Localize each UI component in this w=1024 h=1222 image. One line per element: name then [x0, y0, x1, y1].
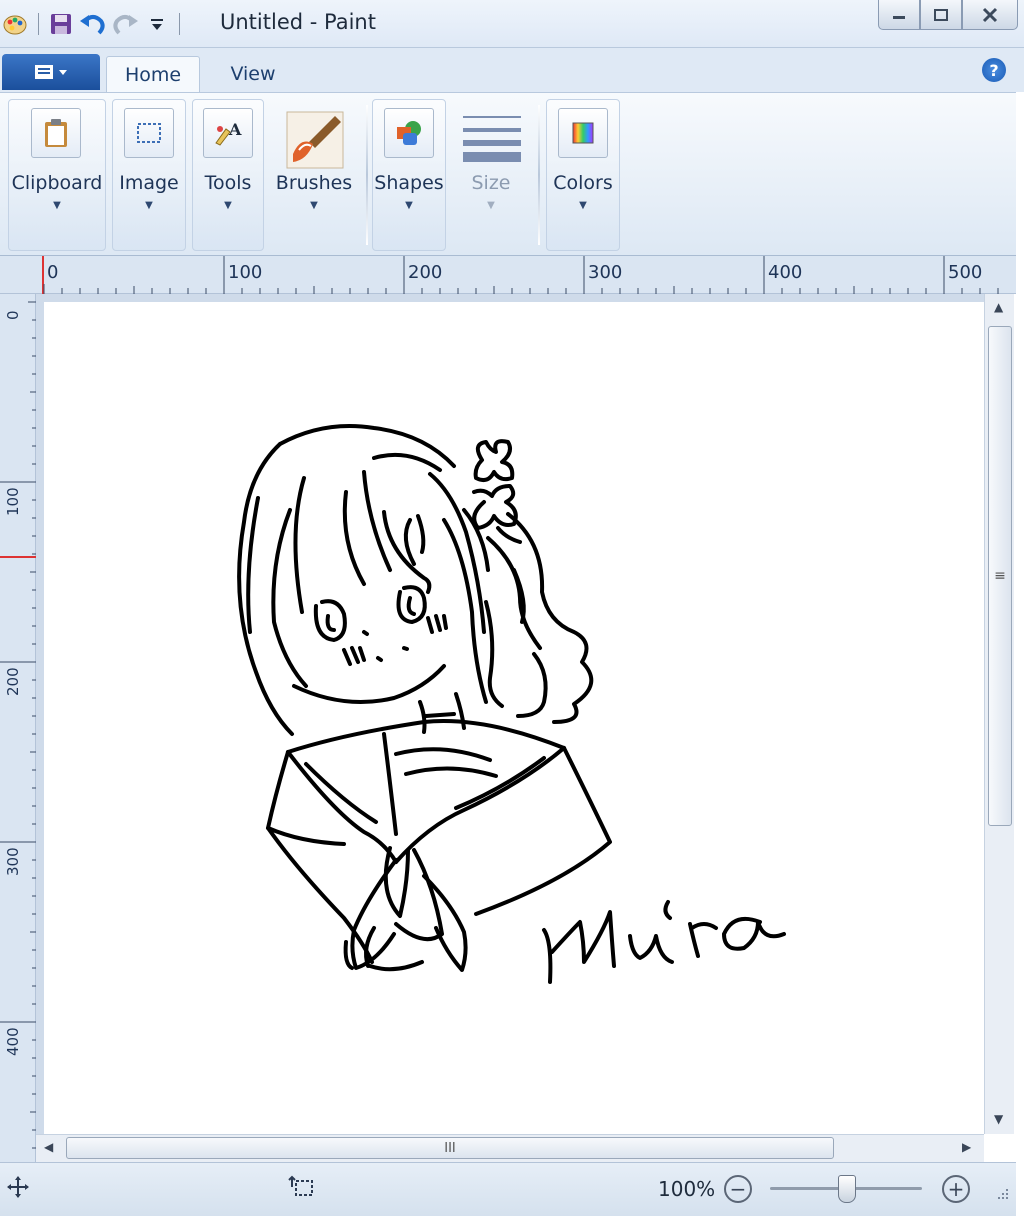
redo-icon[interactable]	[109, 8, 141, 40]
zoom-out-button[interactable]: −	[724, 1175, 752, 1203]
tools-group[interactable]: A Tools ▼	[192, 99, 264, 251]
ruler-label: 400	[768, 262, 803, 283]
resize-grip-icon[interactable]	[992, 1187, 1010, 1209]
chevron-down-icon: ▼	[224, 200, 232, 211]
chevron-down-icon: ▼	[145, 200, 153, 211]
shapes-group[interactable]: Shapes ▼	[372, 99, 446, 251]
close-icon	[982, 7, 998, 22]
brushes-group[interactable]: Brushes ▼	[270, 99, 358, 251]
selection-size-icon	[288, 1175, 316, 1203]
ribbon-tab-bar: Home View ?	[0, 48, 1024, 92]
horizontal-scrollbar[interactable]: ◀ III ▶	[36, 1134, 984, 1162]
tab-home[interactable]: Home	[106, 56, 200, 92]
ruler-label: 300	[4, 847, 22, 876]
brushes-label: Brushes	[275, 172, 353, 194]
quick-access-toolbar	[0, 6, 186, 42]
title-bar: Untitled - Paint	[0, 0, 1024, 48]
ruler-label: 300	[588, 262, 623, 283]
ruler-label: 400	[4, 1027, 22, 1056]
status-bar: 100% − +	[0, 1162, 1016, 1216]
app-menu-icon	[35, 65, 67, 79]
ruler-label: 0	[4, 310, 22, 320]
tools-icon: A	[203, 108, 253, 158]
zoom-slider-thumb[interactable]	[838, 1175, 856, 1203]
scroll-left-icon[interactable]: ◀	[44, 1140, 53, 1154]
scroll-down-icon[interactable]: ▼	[994, 1112, 1003, 1126]
scroll-right-icon[interactable]: ▶	[962, 1140, 971, 1154]
drawing-canvas[interactable]	[44, 302, 984, 1134]
girl-line-drawing	[237, 424, 786, 984]
shapes-icon	[384, 108, 434, 158]
chevron-down-icon: ▼	[579, 200, 587, 211]
select-icon	[124, 108, 174, 158]
customize-qat-icon[interactable]	[141, 8, 173, 40]
undo-icon[interactable]	[77, 8, 109, 40]
minimize-icon	[893, 15, 905, 19]
minimize-button[interactable]	[878, 0, 920, 30]
chevron-down-icon: ▼	[405, 200, 413, 211]
save-icon[interactable]	[45, 8, 77, 40]
window-controls	[878, 0, 1018, 30]
qat-separator	[179, 13, 180, 35]
window-title: Untitled - Paint	[220, 10, 376, 34]
shapes-label: Shapes	[374, 172, 444, 194]
maximize-button[interactable]	[920, 0, 962, 30]
signature-mira	[542, 900, 786, 984]
app-menu-button[interactable]	[2, 54, 100, 90]
close-button[interactable]	[962, 0, 1018, 30]
ribbon-separator	[538, 105, 540, 245]
zoom-level: 100%	[658, 1177, 716, 1201]
ruler-label: 500	[948, 262, 983, 283]
horizontal-scroll-thumb[interactable]: III	[66, 1137, 834, 1159]
vertical-scroll-thumb[interactable]: ≡	[988, 326, 1012, 826]
colors-group[interactable]: Colors ▼	[546, 99, 620, 251]
chevron-down-icon: ▼	[310, 200, 318, 211]
ruler-label: 0	[47, 262, 59, 283]
image-label: Image	[119, 172, 179, 194]
ribbon-home-panel: Clipboard ▼ Image ▼ A Tools ▼ Brushes ▼ …	[0, 92, 1016, 256]
clipboard-icon	[31, 108, 81, 158]
clipboard-label: Clipboard	[11, 172, 103, 194]
cursor-position-icon	[6, 1175, 30, 1203]
paint-app-icon[interactable]	[0, 8, 32, 40]
chevron-down-icon: ▼	[487, 200, 495, 211]
vertical-scrollbar[interactable]: ▲ ≡ ▼	[984, 294, 1014, 1134]
tab-view[interactable]: View	[208, 56, 298, 92]
ribbon-separator	[366, 105, 368, 245]
ruler-label: 100	[4, 487, 22, 516]
qat-separator	[38, 13, 39, 35]
ruler-label: 100	[228, 262, 263, 283]
clipboard-group[interactable]: Clipboard ▼	[8, 99, 106, 251]
size-group[interactable]: Size ▼	[452, 99, 530, 251]
ruler-label: 200	[408, 262, 443, 283]
zoom-in-button[interactable]: +	[942, 1175, 970, 1203]
size-icon	[463, 114, 521, 164]
help-icon[interactable]: ?	[982, 58, 1006, 82]
scroll-up-icon[interactable]: ▲	[994, 300, 1003, 314]
size-label: Size	[471, 172, 511, 194]
ruler-label: 200	[4, 667, 22, 696]
image-group[interactable]: Image ▼	[112, 99, 186, 251]
horizontal-ruler: 0 100 200 300 400 500	[0, 256, 1016, 294]
colors-icon	[558, 108, 608, 158]
tools-label: Tools	[204, 172, 252, 194]
ruler-ticks	[42, 256, 999, 294]
colors-label: Colors	[553, 172, 613, 194]
svg-text:A: A	[228, 120, 242, 139]
vertical-ruler: 0 100 200 300 400	[0, 294, 36, 1162]
brushes-icon	[285, 110, 345, 170]
chevron-down-icon: ▼	[53, 200, 61, 211]
restore-icon	[934, 8, 948, 21]
